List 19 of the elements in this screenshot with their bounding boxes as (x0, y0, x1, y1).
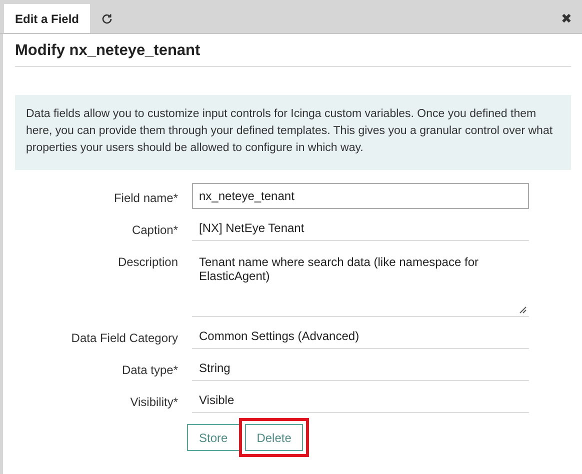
field-label: Field name* (112, 190, 178, 207)
info-text: Data fields allow you to customize input controls for Icinga custom variables. Once you defined them here, you can provide them through your defined templates. This gives you a granular control over what properties your users should be allowed to configure in which way. (15, 95, 571, 170)
field-label: Visibility* (129, 394, 178, 411)
input-field[interactable]: nx_neteye_tenant (192, 183, 529, 209)
field-label: Data type* (120, 362, 178, 379)
select-field[interactable]: Visible (192, 387, 529, 413)
page-title: Modify nx_neteye_tenant (15, 42, 571, 67)
select-field[interactable]: String (192, 355, 529, 381)
field-label: Caption* (130, 222, 178, 239)
textarea-field[interactable]: Tenant name where search data (like namespace for ElasticAgent) (192, 247, 529, 317)
close-icon[interactable]: ✖ (561, 7, 572, 26)
text-field[interactable]: [NX] NetEye Tenant (192, 215, 529, 241)
refresh-icon (101, 12, 114, 24)
form-button[interactable]: Store (187, 424, 240, 451)
field-label: Data Field Category (70, 330, 178, 347)
tab[interactable]: Edit a Field (4, 4, 90, 33)
select-field[interactable]: Common Settings (Advanced) (192, 323, 529, 349)
resize-icon[interactable] (519, 306, 527, 314)
field-label: Description (116, 254, 178, 271)
